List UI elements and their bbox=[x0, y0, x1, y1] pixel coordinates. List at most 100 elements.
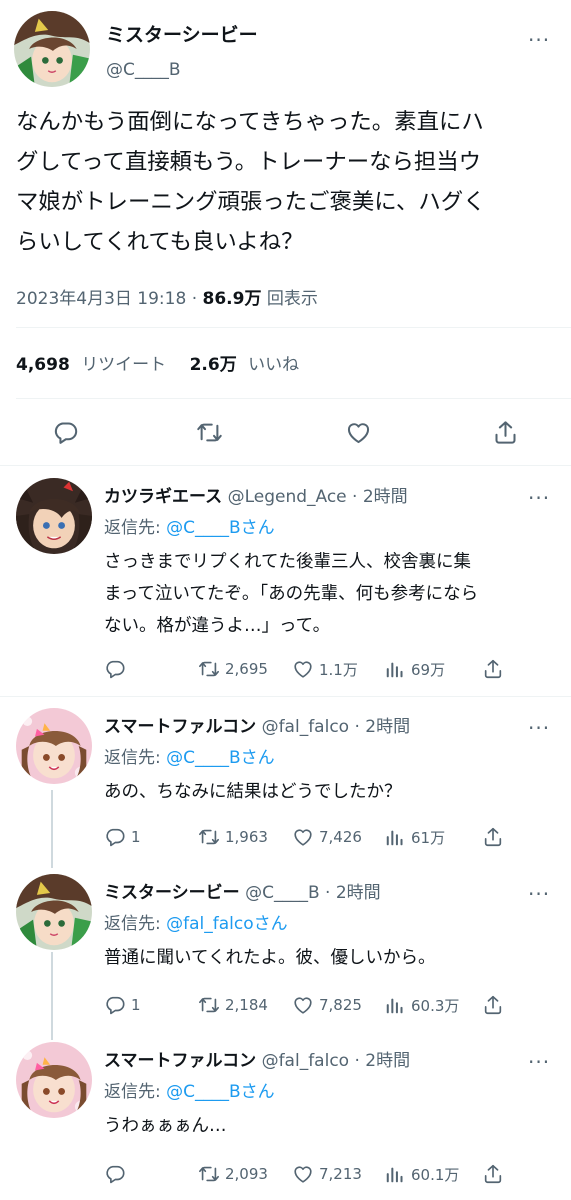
views-button[interactable]: 69万 bbox=[384, 658, 445, 680]
share-icon bbox=[482, 658, 504, 680]
thread-connector bbox=[51, 952, 53, 1040]
reply-meta[interactable]: @fal_falco · 2時間 bbox=[262, 717, 411, 737]
share-button[interactable] bbox=[482, 658, 504, 680]
reply-to-link[interactable]: @fal_falcoさん bbox=[166, 914, 288, 934]
avatar[interactable] bbox=[16, 478, 92, 554]
reply-text-line: まって泣いてたぞ。「あの先輩、何も参考になら bbox=[104, 584, 479, 604]
avatar-image bbox=[16, 478, 92, 554]
reply-button[interactable]: 1 bbox=[104, 994, 141, 1016]
retweets-count[interactable]: 4,698 bbox=[16, 355, 70, 375]
reply-meta[interactable]: @Legend_Ace · 2時間 bbox=[228, 487, 408, 507]
like-button[interactable]: 7,426 bbox=[292, 826, 362, 848]
more-icon[interactable]: ··· bbox=[528, 1052, 550, 1072]
more-icon[interactable]: ··· bbox=[528, 488, 550, 508]
retweet-button[interactable]: 1,963 bbox=[198, 826, 268, 848]
divider bbox=[0, 465, 571, 466]
reply-button[interactable] bbox=[52, 419, 79, 446]
reply-to-link[interactable]: @C____Bさん bbox=[166, 1082, 275, 1102]
views-icon bbox=[384, 826, 406, 848]
thread-connector bbox=[51, 790, 53, 868]
more-icon[interactable]: ··· bbox=[528, 884, 550, 904]
reply-author-name[interactable]: スマートファルコン bbox=[104, 717, 256, 737]
retweet-button[interactable]: 2,695 bbox=[198, 658, 268, 680]
avatar[interactable] bbox=[16, 708, 92, 784]
reply-text-line: あの、ちなみに結果はどうでしたか？ bbox=[104, 782, 402, 802]
author-name[interactable]: ミスターシービー bbox=[106, 20, 258, 47]
like-button[interactable] bbox=[345, 419, 372, 446]
views-icon bbox=[384, 1163, 406, 1185]
reply-button[interactable] bbox=[104, 658, 131, 680]
views-icon bbox=[384, 994, 406, 1016]
avatar[interactable] bbox=[16, 1042, 92, 1118]
views-button[interactable]: 60.1万 bbox=[384, 1163, 459, 1185]
reply-author-name[interactable]: スマートファルコン bbox=[104, 1051, 256, 1071]
share-icon bbox=[482, 994, 504, 1016]
reply-to-line: 返信先: @fal_falcoさん bbox=[104, 909, 288, 934]
like-count: 1.1万 bbox=[319, 660, 358, 679]
tweet-text-line: マ娘がトレーニング頑張ったご褒美に、ハグく bbox=[16, 189, 486, 215]
reply-icon bbox=[104, 1163, 126, 1185]
tweet-text: なんかもう面倒になってきちゃった。素直にハ グしてって直接頼もう。トレーナーなら… bbox=[16, 102, 561, 262]
share-button[interactable] bbox=[482, 826, 504, 848]
reply-header: スマートファルコン @fal_falco · 2時間 bbox=[104, 1046, 410, 1071]
like-count: 7,426 bbox=[319, 828, 362, 846]
reply-icon bbox=[104, 994, 126, 1016]
divider bbox=[0, 696, 571, 697]
reply-meta[interactable]: @C____B · 2時間 bbox=[245, 883, 381, 903]
more-icon[interactable]: ··· bbox=[528, 30, 550, 50]
reply-to-link[interactable]: @C____Bさん bbox=[166, 518, 275, 538]
retweet-button[interactable]: 2,184 bbox=[198, 994, 268, 1016]
share-icon bbox=[482, 826, 504, 848]
reply-text: うわぁぁぁん… bbox=[104, 1110, 227, 1142]
reply-author-name[interactable]: カツラギエース bbox=[104, 487, 222, 507]
view-count: 69万 bbox=[411, 660, 446, 679]
reply-text: あの、ちなみに結果はどうでしたか？ bbox=[104, 776, 402, 808]
share-button[interactable] bbox=[482, 1163, 504, 1185]
likes-label[interactable]: いいね bbox=[248, 355, 299, 375]
retweet-count: 2,695 bbox=[225, 660, 268, 678]
avatar-image bbox=[14, 11, 90, 87]
reply-icon bbox=[104, 826, 126, 848]
tweet-text-line: グしてって直接頼もう。トレーナーなら担当ウ bbox=[16, 149, 482, 175]
retweets-label[interactable]: リツイート bbox=[81, 355, 166, 375]
reply-count: 1 bbox=[131, 828, 141, 846]
like-icon bbox=[292, 994, 314, 1016]
retweet-icon bbox=[198, 826, 220, 848]
avatar-image bbox=[16, 708, 92, 784]
like-button[interactable]: 7,213 bbox=[292, 1163, 362, 1185]
views-label: 回表示 bbox=[261, 289, 318, 309]
like-button[interactable]: 7,825 bbox=[292, 994, 362, 1016]
reply-icon bbox=[52, 419, 79, 446]
reply-button[interactable]: 1 bbox=[104, 826, 141, 848]
reply-button[interactable] bbox=[104, 1163, 131, 1185]
views-count: 86.9万 bbox=[202, 289, 262, 309]
views-icon bbox=[384, 658, 406, 680]
reply-to-link[interactable]: @C____Bさん bbox=[166, 748, 275, 768]
reply-meta[interactable]: @fal_falco · 2時間 bbox=[262, 1051, 411, 1071]
views-button[interactable]: 61万 bbox=[384, 826, 445, 848]
share-button[interactable] bbox=[492, 419, 519, 446]
avatar[interactable] bbox=[16, 874, 92, 950]
reply-to-prefix: 返信先: bbox=[104, 1082, 167, 1102]
retweet-button[interactable]: 2,093 bbox=[198, 1163, 268, 1185]
timestamp[interactable]: 2023年4月3日 19:18 · bbox=[16, 289, 203, 309]
more-icon[interactable]: ··· bbox=[528, 718, 550, 738]
tweet-meta: 2023年4月3日 19:18 · 86.9万 回表示 bbox=[16, 284, 318, 309]
avatar-image bbox=[16, 874, 92, 950]
reply-text-line: うわぁぁぁん… bbox=[104, 1116, 227, 1136]
retweet-button[interactable] bbox=[196, 419, 223, 446]
reply-author-name[interactable]: ミスターシービー bbox=[104, 883, 240, 903]
share-button[interactable] bbox=[482, 994, 504, 1016]
avatar[interactable] bbox=[14, 11, 90, 87]
like-icon bbox=[345, 419, 372, 446]
like-button[interactable]: 1.1万 bbox=[292, 658, 358, 680]
reply-header: スマートファルコン @fal_falco · 2時間 bbox=[104, 712, 410, 737]
reply-text: さっきまでリプくれてた後輩三人、校舎裏に集 まって泣いてたぞ。「あの先輩、何も参… bbox=[104, 546, 478, 642]
views-button[interactable]: 60.3万 bbox=[384, 994, 459, 1016]
like-count: 7,825 bbox=[319, 996, 362, 1014]
retweet-count: 2,093 bbox=[225, 1165, 268, 1183]
tweet-text-line: なんかもう面倒になってきちゃった。素直にハ bbox=[16, 109, 484, 135]
reply-text-line: さっきまでリプくれてた後輩三人、校舎裏に集 bbox=[104, 552, 471, 572]
author-handle[interactable]: @C____B bbox=[106, 60, 181, 80]
likes-count[interactable]: 2.6万 bbox=[190, 355, 237, 375]
